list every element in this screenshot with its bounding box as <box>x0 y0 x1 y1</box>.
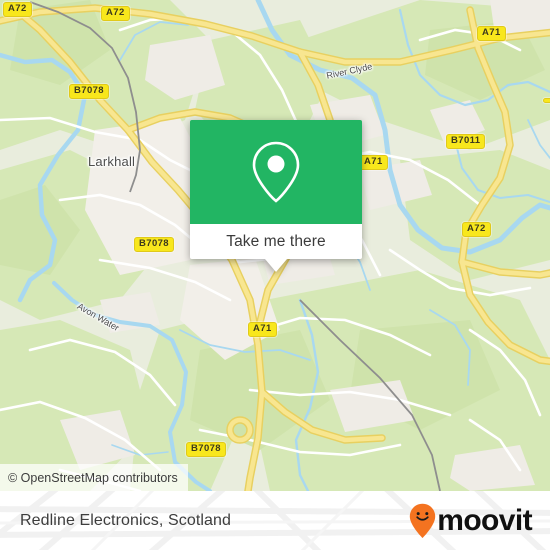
road-shield-a71-s[interactable]: A71 <box>248 322 277 337</box>
moovit-logo[interactable]: moovit <box>409 491 533 550</box>
callout-footer[interactable]: Take me there <box>190 224 362 259</box>
take-me-there-label: Take me there <box>226 232 326 250</box>
footer-title-text: Redline Electronics, Scotland <box>20 511 232 529</box>
destination-callout-card[interactable]: Take me there <box>190 120 362 272</box>
moovit-wordmark: moovit <box>437 503 532 537</box>
callout-tail <box>265 259 287 272</box>
road-shield-b7078-nw[interactable]: B7078 <box>69 84 109 99</box>
footer-bar: Redline Electronics, Scotland moovit <box>0 491 550 550</box>
callout-header <box>190 120 362 224</box>
map-canvas[interactable]: Larkhall River Clyde Avon Water A72 A72 … <box>0 0 550 491</box>
map-attribution: © OpenStreetMap contributors <box>0 464 188 491</box>
road-shield-a71-ne[interactable]: A71 <box>477 26 506 41</box>
road-shield-b7078-w[interactable]: B7078 <box>134 237 174 252</box>
road-shield-a72-e[interactable]: A72 <box>462 222 491 237</box>
road-shield-b7011[interactable]: B7011 <box>446 134 486 149</box>
road-shield-a71-mid[interactable]: A71 <box>359 155 388 170</box>
road-shield-b7078-s[interactable]: B7078 <box>186 442 226 457</box>
road-shield-a72-n[interactable]: A72 <box>101 6 130 21</box>
moovit-pin-smiley-icon <box>410 503 436 538</box>
moovit-map-screenshot: Larkhall River Clyde Avon Water A72 A72 … <box>0 0 550 550</box>
road-shield-edge-clipped[interactable] <box>543 98 550 103</box>
place-label-larkhall: Larkhall <box>88 154 136 169</box>
attribution-text: © OpenStreetMap contributors <box>8 470 178 485</box>
page-title: Redline Electronics, Scotland <box>20 491 231 550</box>
map-pin-icon <box>252 141 300 203</box>
road-shield-a72-nw[interactable]: A72 <box>3 2 32 17</box>
